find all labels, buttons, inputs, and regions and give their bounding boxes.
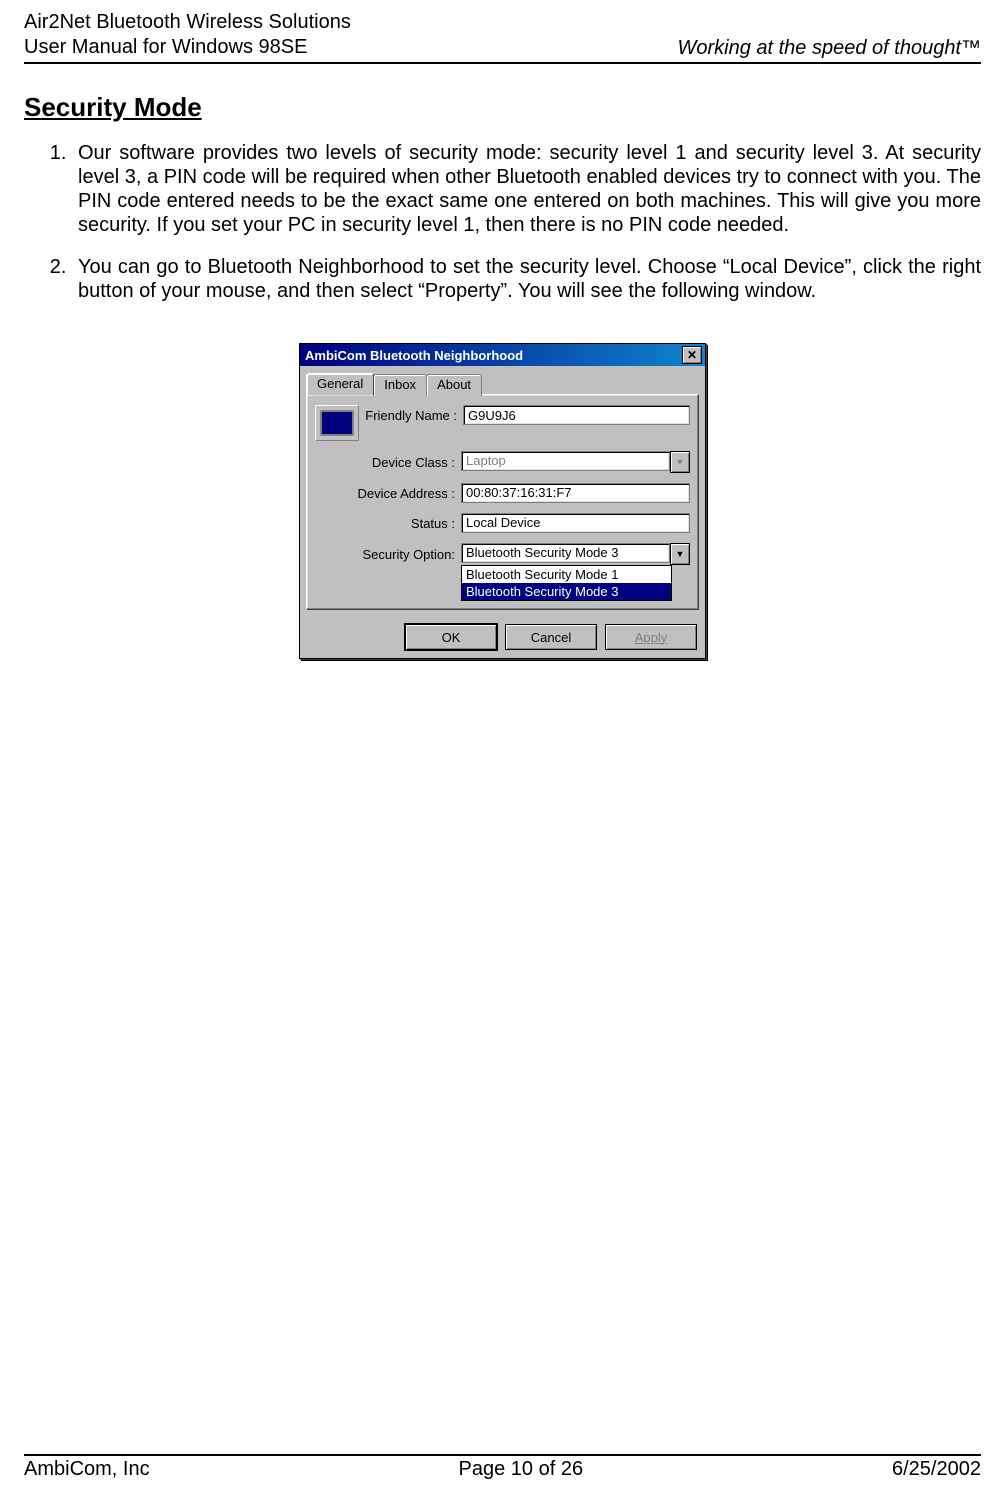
- chevron-down-icon: ▼: [676, 549, 685, 559]
- row-friendly-name: Friendly Name :: [315, 405, 690, 441]
- close-icon: ✕: [687, 348, 697, 362]
- security-option-value[interactable]: Bluetooth Security Mode 3: [461, 543, 670, 563]
- row-device-address: Device Address : 00:80:37:16:31:F7: [315, 483, 690, 503]
- header-left: Air2Net Bluetooth Wireless Solutions Use…: [24, 10, 351, 60]
- label-security-option: Security Option:: [315, 547, 461, 562]
- security-option-dropdown-button[interactable]: ▼: [670, 543, 690, 565]
- label-device-class: Device Class :: [315, 455, 461, 470]
- dialog-wrap: AmbiCom Bluetooth Neighborhood ✕ General…: [24, 343, 981, 659]
- page-footer: AmbiCom, Inc Page 10 of 26 6/25/2002: [24, 1454, 981, 1481]
- ok-button[interactable]: OK: [405, 624, 497, 650]
- label-device-address: Device Address :: [315, 486, 461, 501]
- footer-left: AmbiCom, Inc: [24, 1458, 150, 1481]
- tab-label: About: [437, 377, 471, 392]
- row-device-class: Device Class : Laptop ▼: [315, 451, 690, 473]
- header-line-2: User Manual for Windows 98SE: [24, 35, 351, 60]
- tab-label: General: [317, 376, 363, 391]
- list-item: You can go to Bluetooth Neighborhood to …: [72, 255, 981, 303]
- button-label: OK: [442, 630, 461, 645]
- tab-strip: General Inbox About: [300, 366, 705, 394]
- button-label: Apply: [635, 630, 668, 645]
- section-title: Security Mode: [24, 92, 981, 123]
- device-address-value: 00:80:37:16:31:F7: [461, 483, 690, 503]
- friendly-name-input[interactable]: [463, 405, 690, 425]
- general-panel: Friendly Name : Device Class : Laptop ▼ …: [306, 394, 699, 610]
- label-friendly-name: Friendly Name :: [365, 408, 463, 423]
- tab-label: Inbox: [384, 377, 416, 392]
- list-item: Our software provides two levels of secu…: [72, 141, 981, 237]
- body-list: Our software provides two levels of secu…: [24, 141, 981, 303]
- tab-inbox[interactable]: Inbox: [373, 374, 427, 396]
- page-header: Air2Net Bluetooth Wireless Solutions Use…: [24, 10, 981, 64]
- titlebar[interactable]: AmbiCom Bluetooth Neighborhood ✕: [300, 344, 705, 366]
- device-class-dropdown-button: ▼: [670, 451, 690, 473]
- security-option-dropdown-list: Bluetooth Security Mode 1 Bluetooth Secu…: [461, 565, 672, 601]
- footer-center: Page 10 of 26: [459, 1458, 584, 1481]
- properties-dialog: AmbiCom Bluetooth Neighborhood ✕ General…: [299, 343, 706, 659]
- cancel-button[interactable]: Cancel: [505, 624, 597, 650]
- laptop-icon: [315, 405, 359, 441]
- label-status: Status :: [315, 516, 461, 531]
- tab-about[interactable]: About: [426, 374, 482, 396]
- row-security-option: Security Option: Bluetooth Security Mode…: [315, 543, 690, 565]
- close-button[interactable]: ✕: [682, 346, 702, 364]
- row-status: Status : Local Device: [315, 513, 690, 533]
- titlebar-text: AmbiCom Bluetooth Neighborhood: [303, 348, 523, 363]
- dropdown-item-mode1[interactable]: Bluetooth Security Mode 1: [462, 566, 671, 583]
- page: Air2Net Bluetooth Wireless Solutions Use…: [0, 0, 1005, 1493]
- chevron-down-icon: ▼: [676, 457, 685, 467]
- header-line-1: Air2Net Bluetooth Wireless Solutions: [24, 10, 351, 35]
- button-label: Cancel: [531, 630, 571, 645]
- status-value: Local Device: [461, 513, 690, 533]
- footer-right: 6/25/2002: [892, 1458, 981, 1481]
- apply-button: Apply: [605, 624, 697, 650]
- tab-general[interactable]: General: [306, 373, 374, 395]
- dropdown-item-mode3[interactable]: Bluetooth Security Mode 3: [462, 583, 671, 600]
- dialog-button-row: OK Cancel Apply: [300, 616, 705, 658]
- header-right: Working at the speed of thought™: [677, 37, 981, 60]
- device-class-value: Laptop: [461, 451, 670, 471]
